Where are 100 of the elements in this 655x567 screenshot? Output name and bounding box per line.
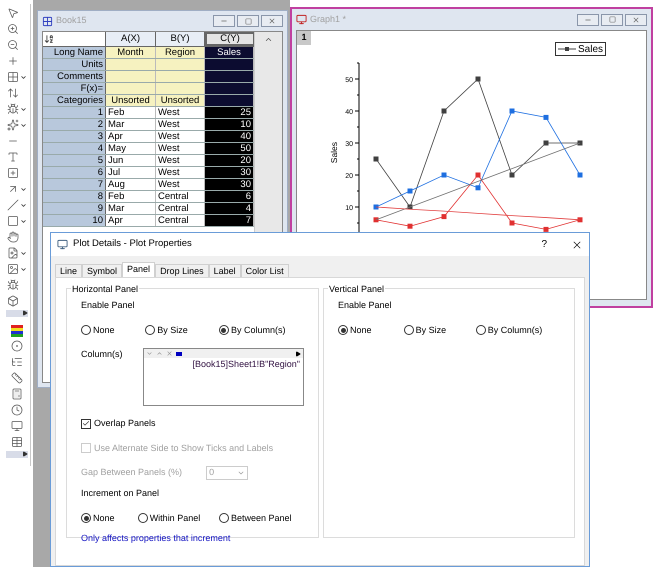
radio-button[interactable] xyxy=(145,325,156,336)
table-cell: May xyxy=(106,143,156,154)
maximize-button[interactable] xyxy=(601,14,623,26)
maximize-icon xyxy=(244,18,252,24)
column-list[interactable]: [Book15]Sheet1!B"Region" xyxy=(142,348,304,406)
radio-option[interactable]: None xyxy=(81,512,138,525)
point xyxy=(578,140,582,146)
radio-option[interactable]: By Size xyxy=(145,324,219,337)
radio-option[interactable]: Within Panel xyxy=(138,512,219,525)
tab[interactable]: Drop Lines xyxy=(155,264,209,277)
column-header[interactable]: C(Y) xyxy=(205,32,254,46)
radio-button[interactable] xyxy=(218,325,229,336)
radio-option[interactable]: Between Panel xyxy=(218,512,304,525)
radio-option[interactable]: By Size xyxy=(404,324,476,337)
point xyxy=(374,204,378,210)
legend[interactable]: Sales xyxy=(555,42,606,56)
tab[interactable]: Panel xyxy=(122,262,156,277)
label-cell xyxy=(205,83,254,94)
crosshair-icon xyxy=(7,55,19,67)
label-cell: Unsorted xyxy=(106,95,156,106)
point xyxy=(544,140,548,146)
section-label: Increment on Panel xyxy=(81,487,160,500)
radio-option[interactable]: None xyxy=(338,324,404,337)
point xyxy=(374,156,378,162)
point xyxy=(442,108,446,114)
radio-label: Within Panel xyxy=(150,512,200,524)
sparkle-icon xyxy=(7,119,19,131)
expand-handle[interactable] xyxy=(6,451,28,458)
tab[interactable]: Symbol xyxy=(82,264,122,277)
window-title: Book15 xyxy=(56,14,87,28)
column-header[interactable]: B(Y) xyxy=(156,32,205,46)
radio-button[interactable] xyxy=(404,325,414,336)
vertical-arrows-icon xyxy=(7,87,19,99)
table-cell: West xyxy=(156,131,205,142)
help-button[interactable]: ? xyxy=(541,237,547,252)
radio-label: By Column(s) xyxy=(230,324,286,337)
legend-line-icon xyxy=(558,46,576,52)
radio-button[interactable] xyxy=(81,513,91,524)
radio-button[interactable] xyxy=(218,513,229,524)
list-tree-icon xyxy=(11,356,23,368)
row-number: 5 xyxy=(43,155,106,166)
table-cell: West xyxy=(156,143,205,154)
expand-icon xyxy=(22,451,28,457)
point xyxy=(578,172,582,178)
radio-button[interactable] xyxy=(476,325,486,336)
workbook-icon xyxy=(42,16,53,26)
tab[interactable]: Color List xyxy=(240,264,289,277)
label-cell xyxy=(106,83,156,94)
bug-icon xyxy=(7,103,19,115)
radio-option[interactable]: By Column(s) xyxy=(218,324,304,337)
calculator-icon xyxy=(11,388,23,400)
bug-icon xyxy=(7,279,19,291)
maximize-icon xyxy=(608,16,616,23)
table-cell: Central xyxy=(156,191,205,202)
text-tool-icon xyxy=(7,151,19,163)
square-plus-icon xyxy=(7,167,19,179)
table-cell: West xyxy=(156,167,205,178)
ruler-icon xyxy=(11,372,23,384)
list-item[interactable]: [Book15]Sheet1!B"Region" xyxy=(192,358,303,372)
radio-option[interactable]: By Column(s) xyxy=(476,324,560,337)
clock-icon xyxy=(11,404,23,416)
row-number: 2 xyxy=(43,119,106,130)
radio-button[interactable] xyxy=(138,513,148,524)
radio-option[interactable]: None xyxy=(81,324,146,337)
column-header[interactable]: A(X) xyxy=(106,32,156,46)
checkbox[interactable] xyxy=(81,418,91,429)
point xyxy=(442,214,446,220)
label-cell xyxy=(156,83,205,94)
table-cell: 25 xyxy=(205,107,254,118)
field-label: Column(s) xyxy=(81,348,123,361)
dialog-title: Plot Details - Plot Properties xyxy=(73,237,192,252)
radio-button[interactable] xyxy=(81,325,91,336)
line-icon xyxy=(7,199,19,211)
expand-handle[interactable] xyxy=(6,310,28,317)
checkbox-option[interactable]: Overlap Panels xyxy=(81,417,304,430)
caret-icon xyxy=(20,250,27,256)
table-cell: Mar xyxy=(106,203,156,214)
remove-icon xyxy=(166,350,173,357)
tab[interactable]: Line xyxy=(55,264,82,277)
maximize-button[interactable] xyxy=(237,15,259,27)
table-cell: West xyxy=(156,179,205,190)
graph-icon xyxy=(296,14,307,25)
expand-icon xyxy=(295,350,301,356)
tab[interactable]: Label xyxy=(208,264,241,277)
label-cell xyxy=(106,59,156,70)
close-icon xyxy=(632,16,640,24)
caret-icon xyxy=(20,186,27,192)
radio-button[interactable] xyxy=(338,325,348,336)
layer-tab[interactable]: 1 xyxy=(297,31,311,45)
color-bars-icon[interactable] xyxy=(11,325,23,337)
row-number: 10 xyxy=(43,215,106,226)
row-number: 9 xyxy=(43,203,106,214)
row-number: 3 xyxy=(43,131,106,142)
point xyxy=(408,188,412,194)
table-cell: 30 xyxy=(205,167,254,178)
move-down-icon xyxy=(146,350,153,357)
point xyxy=(476,76,480,82)
point xyxy=(510,220,514,226)
table-cell: Apr xyxy=(106,131,156,142)
point xyxy=(544,114,548,120)
